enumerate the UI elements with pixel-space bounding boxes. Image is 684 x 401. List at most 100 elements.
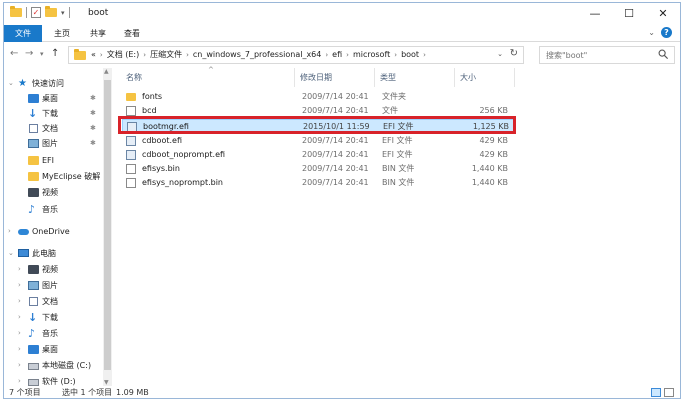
ribbon: 文件 主页 共享 查看 ⌄ ? [4,25,680,42]
toolbar-divider [26,7,27,18]
efi-file-icon [126,136,136,146]
details-view-icon[interactable] [651,388,661,397]
nav-item-downloads[interactable]: ↓ 下载 ✱ [4,106,102,121]
column-divider[interactable] [374,68,375,87]
nav-item-pc-downloads[interactable]: › ↓ 下载 [4,310,102,325]
tab-view[interactable]: 查看 [116,25,148,42]
file-type: EFI 文件 [382,150,413,159]
folder-icon [28,172,39,181]
nav-item-music[interactable]: ♪ 音乐 [4,202,102,217]
scrollbar-thumb[interactable] [104,80,111,370]
tab-file[interactable]: 文件 [4,25,42,42]
file-name: fonts [142,92,163,101]
column-name[interactable]: 名称 [126,72,142,84]
new-folder-icon[interactable] [45,6,57,17]
column-date[interactable]: 修改日期 [300,72,332,84]
help-icon[interactable]: ? [661,27,672,38]
nav-item-onedrive[interactable]: › OneDrive [4,224,102,239]
nav-item-pc-videos[interactable]: › 视频 [4,262,102,277]
recent-locations-icon[interactable]: ▾ [40,50,44,58]
nav-item-myeclipse[interactable]: MyEclipse 破解 [4,169,102,184]
search-box[interactable] [539,46,675,64]
breadcrumb-item[interactable]: 文档 (E:) [107,47,140,63]
nav-item-pc-documents[interactable]: › 文档 [4,294,102,309]
back-arrow-icon[interactable]: ← [10,48,18,59]
file-name: efisys_noprompt.bin [142,178,224,187]
nav-item-pc-desktop[interactable]: › 桌面 [4,342,102,357]
breadcrumb-item[interactable]: cn_windows_7_professional_x64 [193,47,321,63]
chevron-right-icon[interactable]: › [18,294,21,309]
breadcrumb: « › 文档 (E:) › 压缩文件 › cn_windows_7_profes… [91,47,430,63]
efi-file-icon [127,122,137,132]
nav-pane-scrollbar[interactable]: ▲ ▼ [103,68,112,386]
breadcrumb-item[interactable]: microsoft [353,47,390,63]
breadcrumb-item[interactable]: 压缩文件 [150,47,182,63]
download-icon: ↓ [28,311,38,324]
nav-item-videos[interactable]: 视频 [4,185,102,200]
close-button[interactable]: ✕ [646,3,680,25]
chevron-down-icon[interactable]: ⌄ [8,76,14,91]
scroll-down-icon[interactable]: ▼ [104,379,109,386]
breadcrumb-item[interactable]: efi [332,47,342,63]
breadcrumb-item[interactable]: boot [401,47,419,63]
nav-item-pc-pictures[interactable]: › 图片 [4,278,102,293]
tab-share[interactable]: 共享 [82,25,114,42]
nav-item-efi[interactable]: EFI [4,153,102,168]
nav-item-drive-d[interactable]: › 软件 (D:) [4,374,102,386]
music-icon: ♪ [28,203,36,216]
file-row[interactable]: efisys_noprompt.bin 2009/7/14 20:41 BIN … [122,176,514,190]
refresh-icon[interactable]: ↻ [510,48,518,59]
file-name: bcd [142,106,157,115]
file-row[interactable]: efisys.bin 2009/7/14 20:41 BIN 文件 1,440 … [122,162,514,176]
nav-item-documents[interactable]: 文档 ✱ [4,121,102,136]
file-date: 2009/7/14 20:41 [302,150,369,159]
chevron-down-icon[interactable]: ⌄ [8,246,14,261]
file-row[interactable]: bcd 2009/7/14 20:41 文件 256 KB [122,104,514,118]
maximize-button[interactable]: ☐ [612,3,646,25]
expand-ribbon-icon[interactable]: ⌄ [648,28,655,37]
chevron-right-icon[interactable]: › [18,310,21,325]
search-input[interactable] [546,49,651,61]
video-icon [28,188,39,197]
nav-item-this-pc[interactable]: ⌄ 此电脑 [4,246,102,261]
file-icon [126,106,136,116]
nav-item-drive-c[interactable]: › 本地磁盘 (C:) [4,358,102,373]
file-row[interactable]: fonts 2009/7/14 20:41 文件夹 [122,90,514,104]
selected-size: 1.09 MB [116,388,149,397]
nav-item-desktop[interactable]: 桌面 ✱ [4,91,102,106]
column-divider[interactable] [514,68,515,87]
minimize-button[interactable]: — [578,3,612,25]
nav-item-pc-music[interactable]: › ♪ 音乐 [4,326,102,341]
pin-icon: ✱ [90,124,96,132]
column-divider[interactable] [454,68,455,87]
large-icons-view-icon[interactable] [664,388,674,397]
chevron-right-icon[interactable]: › [18,262,21,277]
file-row-selected[interactable]: bootmgr.efi 2015/10/1 11:59 EFI 文件 1,125… [122,119,514,133]
tab-home[interactable]: 主页 [46,25,78,42]
column-divider[interactable] [294,68,295,87]
chevron-right-icon: › [99,51,103,59]
nav-item-quick-access[interactable]: ⌄ ★ 快速访问 [4,76,102,91]
forward-arrow-icon[interactable]: → [25,48,33,59]
chevron-right-icon[interactable]: › [18,342,21,357]
customize-toolbar-icon[interactable]: ▾ [61,9,65,17]
chevron-right-icon[interactable]: › [8,224,11,239]
file-row[interactable]: cdboot_noprompt.efi 2009/7/14 20:41 EFI … [122,148,514,162]
nav-item-label: 图片 [42,281,58,290]
scroll-up-icon[interactable]: ▲ [104,68,109,75]
search-icon[interactable] [658,49,669,60]
pin-icon: ✱ [90,94,96,102]
column-type[interactable]: 类型 [380,72,396,84]
nav-item-pictures[interactable]: 图片 ✱ [4,136,102,151]
chevron-right-icon[interactable]: › [18,278,21,293]
chevron-right-icon[interactable]: › [18,374,21,386]
file-row[interactable]: cdboot.efi 2009/7/14 20:41 EFI 文件 429 KB [122,134,514,148]
chevron-down-icon[interactable]: ⌄ [497,50,503,58]
properties-icon[interactable]: ✓ [31,7,41,18]
up-arrow-icon[interactable]: ↑ [51,48,59,59]
chevron-right-icon[interactable]: › [18,358,21,373]
chevron-right-icon[interactable]: › [18,326,21,341]
ribbon-right: ⌄ ? [648,27,672,38]
column-size[interactable]: 大小 [460,72,476,84]
address-bar[interactable]: « › 文档 (E:) › 压缩文件 › cn_windows_7_profes… [68,46,524,64]
